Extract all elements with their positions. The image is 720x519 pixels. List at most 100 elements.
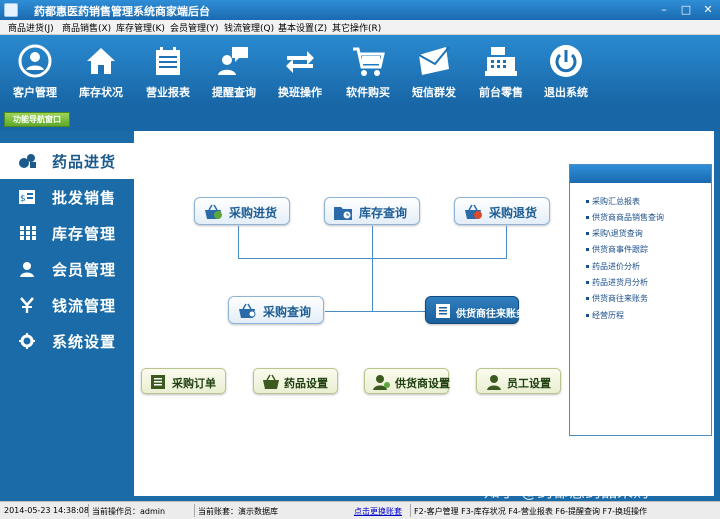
toolbar-buy-button[interactable]: 软件购买 — [333, 43, 403, 103]
sidebar-item-purchase[interactable]: 药品进货 — [0, 143, 134, 179]
user-icon — [20, 262, 34, 277]
switch-account-link[interactable]: 点击更换账套 — [354, 506, 402, 517]
order-list-icon — [151, 375, 165, 389]
cash-register-icon — [485, 47, 517, 76]
sidebar-item-settings[interactable]: 系统设置 — [0, 323, 134, 359]
report-link[interactable]: 药品进价分析 — [592, 261, 640, 272]
status-separator — [194, 504, 195, 517]
toolbar-exit-button[interactable]: 退出系统 — [531, 43, 601, 103]
sidebar-item-money[interactable]: 钱流管理 — [0, 287, 134, 323]
report-link[interactable]: 采购\退货查询 — [592, 228, 643, 239]
basket-search-icon — [239, 303, 256, 318]
toolbar-customer-button[interactable]: 客户管理 — [0, 43, 70, 103]
nav-window-tab[interactable]: 功能导航窗口 — [4, 112, 70, 127]
sidebar-item-wholesale[interactable]: $ 批发销售 — [0, 179, 134, 215]
toolbar-label: 提醒查询 — [212, 86, 256, 99]
title-bar: 药都惠医药销售管理系统商家端后台 – □ ✕ — [0, 0, 720, 20]
sidebar-item-label: 药品进货 — [52, 153, 117, 171]
flow-connector — [506, 226, 507, 258]
calendar-report-icon — [156, 47, 180, 75]
invoice-icon: $ — [19, 190, 35, 204]
shopping-cart-icon — [353, 47, 385, 76]
close-button[interactable]: ✕ — [700, 2, 716, 18]
basket-icon — [205, 204, 222, 219]
bullet-icon — [586, 248, 589, 251]
purchase-in-button[interactable]: 采购进货 — [194, 197, 290, 225]
menu-bar: 商品进货(J) 商品销售(X) 库存管理(K) 会员管理(Y) 钱流管理(Q) … — [0, 20, 720, 35]
swap-arrows-icon — [286, 51, 314, 73]
button-label: 采购查询 — [263, 305, 312, 319]
toolbar-reminder-button[interactable]: 提醒查询 — [199, 43, 269, 103]
sidebar-item-label: 系统设置 — [52, 333, 117, 351]
supplier-settings-button[interactable]: 供货商设置 — [364, 368, 450, 394]
button-label: 采购退货 — [489, 206, 538, 220]
minimize-button[interactable]: – — [656, 2, 672, 18]
user-gear-icon — [373, 375, 390, 390]
menu-money[interactable]: 钱流管理(Q) — [224, 21, 274, 34]
sidebar-item-label: 钱流管理 — [52, 297, 117, 315]
flow-connector — [372, 226, 373, 312]
bullet-icon — [586, 297, 589, 300]
toolbar-label: 软件购买 — [346, 86, 390, 99]
report-link[interactable]: 药品进货月分析 — [592, 277, 648, 288]
status-account: 当前账套：演示数据库 — [198, 507, 278, 516]
status-operator: 当前操作员：admin — [92, 507, 166, 516]
report-link[interactable]: 供货商商品销售查询 — [592, 212, 664, 223]
report-link[interactable]: 供货商往来账务 — [592, 293, 648, 304]
toolbar-sms-button[interactable]: 短信群发 — [399, 43, 469, 103]
toolbar-shift-button[interactable]: 换班操作 — [265, 43, 335, 103]
watermark: 知乎 @药都惠药品采购 — [484, 482, 650, 501]
flow-connector — [238, 226, 239, 258]
report-panel: 采购汇总报表 供货商商品销售查询 采购\退货查询 供货商事件跟踪 药品进价分析 … — [569, 164, 712, 436]
bullet-icon — [586, 232, 589, 235]
sidebar-item-stock[interactable]: 库存管理 — [0, 215, 134, 251]
bullet-icon — [586, 216, 589, 219]
sidebar-item-member[interactable]: 会员管理 — [0, 251, 134, 287]
button-label: 库存查询 — [359, 206, 408, 220]
toolbar-stock-button[interactable]: 库存状况 — [66, 43, 136, 103]
purchase-return-button[interactable]: 采购退货 — [454, 197, 550, 225]
purchase-order-button[interactable]: 采购订单 — [141, 368, 226, 394]
supplier-account-button[interactable]: 供货商往来账务 — [425, 296, 526, 324]
power-icon — [550, 45, 582, 77]
report-panel-header — [570, 165, 711, 183]
folder-clock-icon — [334, 207, 352, 220]
window-title: 药都惠医药销售管理系统商家端后台 — [34, 5, 210, 18]
customer-icon — [18, 44, 52, 78]
purchase-query-button[interactable]: 采购查询 — [228, 296, 324, 324]
toolbar-label: 前台零售 — [479, 86, 523, 99]
menu-sales[interactable]: 商品销售(X) — [62, 21, 111, 34]
gear-icon — [19, 333, 35, 349]
toolbar-label: 退出系统 — [544, 86, 588, 99]
report-link[interactable]: 供货商事件跟踪 — [592, 244, 648, 255]
menu-stock[interactable]: 库存管理(K) — [116, 21, 165, 34]
chat-person-icon — [218, 47, 248, 75]
basket-return-icon — [465, 204, 482, 219]
report-link[interactable]: 经营历程 — [592, 310, 624, 321]
status-shortcuts: F2-客户管理 F3-库存状况 F4-营业报表 F6-提醒查询 F7-换班操作 — [414, 507, 648, 516]
status-separator — [88, 504, 89, 517]
report-link[interactable]: 采购汇总报表 — [592, 196, 640, 207]
sidebar-item-label: 会员管理 — [52, 261, 117, 279]
menu-purchase[interactable]: 商品进货(J) — [8, 21, 54, 34]
toolbar-label: 营业报表 — [146, 86, 190, 99]
button-label: 员工设置 — [507, 377, 551, 390]
toolbar-report-button[interactable]: 营业报表 — [133, 43, 203, 103]
house-icon — [87, 48, 115, 74]
button-label: 采购订单 — [172, 377, 216, 390]
maximize-button[interactable]: □ — [678, 2, 694, 18]
toolbar-strip — [0, 105, 720, 131]
bullet-icon — [586, 281, 589, 284]
toolbar-label: 库存状况 — [79, 86, 123, 99]
stock-query-button[interactable]: 库存查询 — [324, 197, 420, 225]
bullet-icon — [586, 314, 589, 317]
menu-settings[interactable]: 基本设置(Z) — [278, 21, 327, 34]
staff-settings-button[interactable]: 员工设置 — [476, 368, 561, 394]
toolbar: 客户管理 库存状况 营业报表 提醒查询 换班操作 软件购买 短信群发 前台零售 … — [0, 35, 720, 105]
status-bar: 2014-05-23 14:38:08 当前操作员：admin 当前账套：演示数… — [0, 501, 720, 519]
menu-member[interactable]: 会员管理(Y) — [170, 21, 219, 34]
toolbar-retail-button[interactable]: 前台零售 — [466, 43, 536, 103]
drug-settings-button[interactable]: 药品设置 — [253, 368, 338, 394]
menu-other[interactable]: 其它操作(R) — [332, 21, 381, 34]
button-label: 采购进货 — [229, 206, 278, 220]
